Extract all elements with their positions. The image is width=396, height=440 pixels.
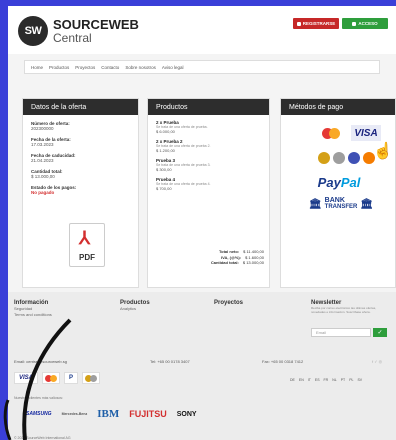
lang-it[interactable]: IT [308, 378, 311, 382]
product-price: $ 6.000,00 [156, 129, 175, 134]
payment-status-value: No pagado [31, 190, 55, 195]
offer-date-value: 17.03.2023 [31, 142, 54, 147]
user-icon [296, 21, 301, 26]
bank-transfer-icon[interactable]: 🏛 BANK TRANSFER 🏛 [309, 195, 373, 213]
nav-item-contact[interactable]: Contacto [101, 65, 119, 70]
client-logos: SAMSUNG Mercedes-Benz IBM FUJITSU SONY [26, 408, 197, 420]
mercedes-logo: Mercedes-Benz [61, 412, 88, 416]
lang-es[interactable]: ES [315, 378, 320, 382]
nav-item-products[interactable]: Productos [49, 65, 69, 70]
visa-icon[interactable]: VISA [351, 125, 381, 141]
footer-info-column: Información Seguridad Terms and conditio… [14, 300, 52, 318]
nav-item-about[interactable]: Sobre nosotros [125, 65, 156, 70]
paypal-word-1: Pay [317, 174, 341, 190]
contact-row: Email: central@sourceweb.sg Tel: +65 00 … [8, 356, 396, 366]
offer-number-value: 202300000 [31, 126, 54, 131]
header: SW SOURCEWEB Central REGISTRARSE ACCESO [8, 6, 396, 54]
nav-item-legal[interactable]: Aviso legal [162, 65, 184, 70]
payment-panel-title: Métodos de pago [281, 99, 395, 115]
hand-cursor-icon: ☝ [373, 143, 393, 160]
payment-panel: Métodos de pago VISA Pay Pal 🏛 BANK TRANS… [280, 98, 396, 288]
register-button[interactable]: REGISTRARSE [293, 18, 339, 29]
product-item: 2 x Prueba Se trata de una oferta de pru… [148, 120, 269, 134]
contact-fax: Fax: +65 00 0318 7412 [262, 359, 304, 364]
lang-sv[interactable]: SV [357, 378, 362, 382]
brand-subtitle: Central [53, 31, 92, 45]
coins-card-icon [82, 372, 100, 384]
contact-tel: Tel: +65 00 0178 3407 [150, 359, 190, 364]
total-amount-value: $ 13.000,00 [31, 174, 55, 179]
footer-products-column: Productos Analytics [120, 300, 150, 312]
paypal-word-2: Pal [340, 174, 361, 190]
lang-pt[interactable]: PT [341, 378, 345, 382]
payment-cards-row: VISA P [14, 372, 100, 384]
ibm-logo: IBM [97, 408, 120, 420]
offer-panel: Datos de la oferta Número de oferta: 2023… [22, 98, 139, 288]
samsung-logo: SAMSUNG [26, 411, 52, 417]
grand-total-value: $ 13.000,00 [242, 260, 264, 265]
footer-link-terms[interactable]: Terms and conditions [14, 312, 52, 318]
grand-total-label: Cantidad total: [210, 260, 239, 265]
newsletter-submit-button[interactable]: ✓ [373, 328, 387, 337]
totals-block: Total neto: $ 11.400,00 IVA, (@%): $ 1.600… [188, 249, 264, 266]
paypal-card-icon: P [64, 372, 78, 384]
brand-name: SOURCEWEB [53, 17, 139, 32]
lock-icon [352, 21, 357, 26]
footer-link-analytics[interactable]: Analytics [120, 306, 150, 312]
transfer-label: TRANSFER [324, 204, 358, 210]
product-price: $ 300,00 [156, 167, 172, 172]
pdf-icon: ⅄ [79, 228, 90, 248]
newsletter-email-input[interactable]: Email [311, 328, 371, 337]
products-panel: Productos 2 x Prueba Se trata de una ofe… [147, 98, 270, 288]
copyright-text: © 2023 SourceWeb International AG [14, 436, 71, 440]
offer-panel-title: Datos de la oferta [23, 99, 138, 115]
sony-logo: SONY [176, 410, 197, 418]
product-item: Prueba 4 Se trata de una oferta de prueb… [148, 177, 269, 191]
product-item: Prueba 3 Se trata de una oferta de prueb… [148, 158, 269, 172]
login-label: ACCESO [358, 21, 378, 26]
newsletter-text: Reciba por correo electrónico las última… [311, 306, 377, 314]
clients-text: Nuestros clientes más valiosos: [14, 396, 64, 400]
mastercard-card-icon [42, 372, 60, 384]
logo-icon[interactable]: SW [18, 16, 48, 46]
social-icons[interactable]: f ✓ ◎ [372, 359, 382, 364]
language-selector: DE EN IT ES FR NL PT PL SV [290, 378, 362, 382]
pdf-label: PDF [79, 253, 95, 262]
paypal-icon[interactable]: Pay Pal [299, 174, 379, 190]
footer-projects-column: Proyectos [214, 300, 243, 306]
expiry-date-value: 21.04.2023 [31, 158, 54, 163]
product-item: 2 x Prueba 2 Se trata de una oferta de p… [148, 139, 269, 153]
lang-pl[interactable]: PL [349, 378, 353, 382]
footer-projects-title: Proyectos [214, 300, 244, 306]
products-panel-title: Productos [148, 99, 269, 115]
lang-de[interactable]: DE [290, 378, 295, 382]
contact-email[interactable]: Email: central@sourceweb.sg [14, 359, 67, 364]
page: SW SOURCEWEB Central REGISTRARSE ACCESO … [8, 6, 396, 440]
register-label: REGISTRARSE [302, 21, 336, 26]
main-nav: Home Productos Proyectos Contacto Sobre … [24, 60, 380, 74]
footer: Información Seguridad Terms and conditio… [8, 292, 396, 440]
footer-newsletter-column: Newsletter Reciba por correo electrónico… [311, 300, 391, 314]
nav-item-home[interactable]: Home [31, 65, 43, 70]
pdf-download-button[interactable]: ⅄ PDF [69, 223, 105, 267]
mastercard-icon[interactable] [317, 125, 345, 141]
login-button[interactable]: ACCESO [342, 18, 388, 29]
visa-card-icon: VISA [14, 372, 38, 384]
lang-fr[interactable]: FR [324, 378, 329, 382]
product-price: $ 700,00 [156, 186, 172, 191]
lang-en[interactable]: EN [299, 378, 304, 382]
lang-nl[interactable]: NL [332, 378, 336, 382]
fujitsu-logo: FUJITSU [129, 409, 167, 419]
product-price: $ 1.200,00 [156, 148, 175, 153]
nav-item-projects[interactable]: Proyectos [75, 65, 95, 70]
